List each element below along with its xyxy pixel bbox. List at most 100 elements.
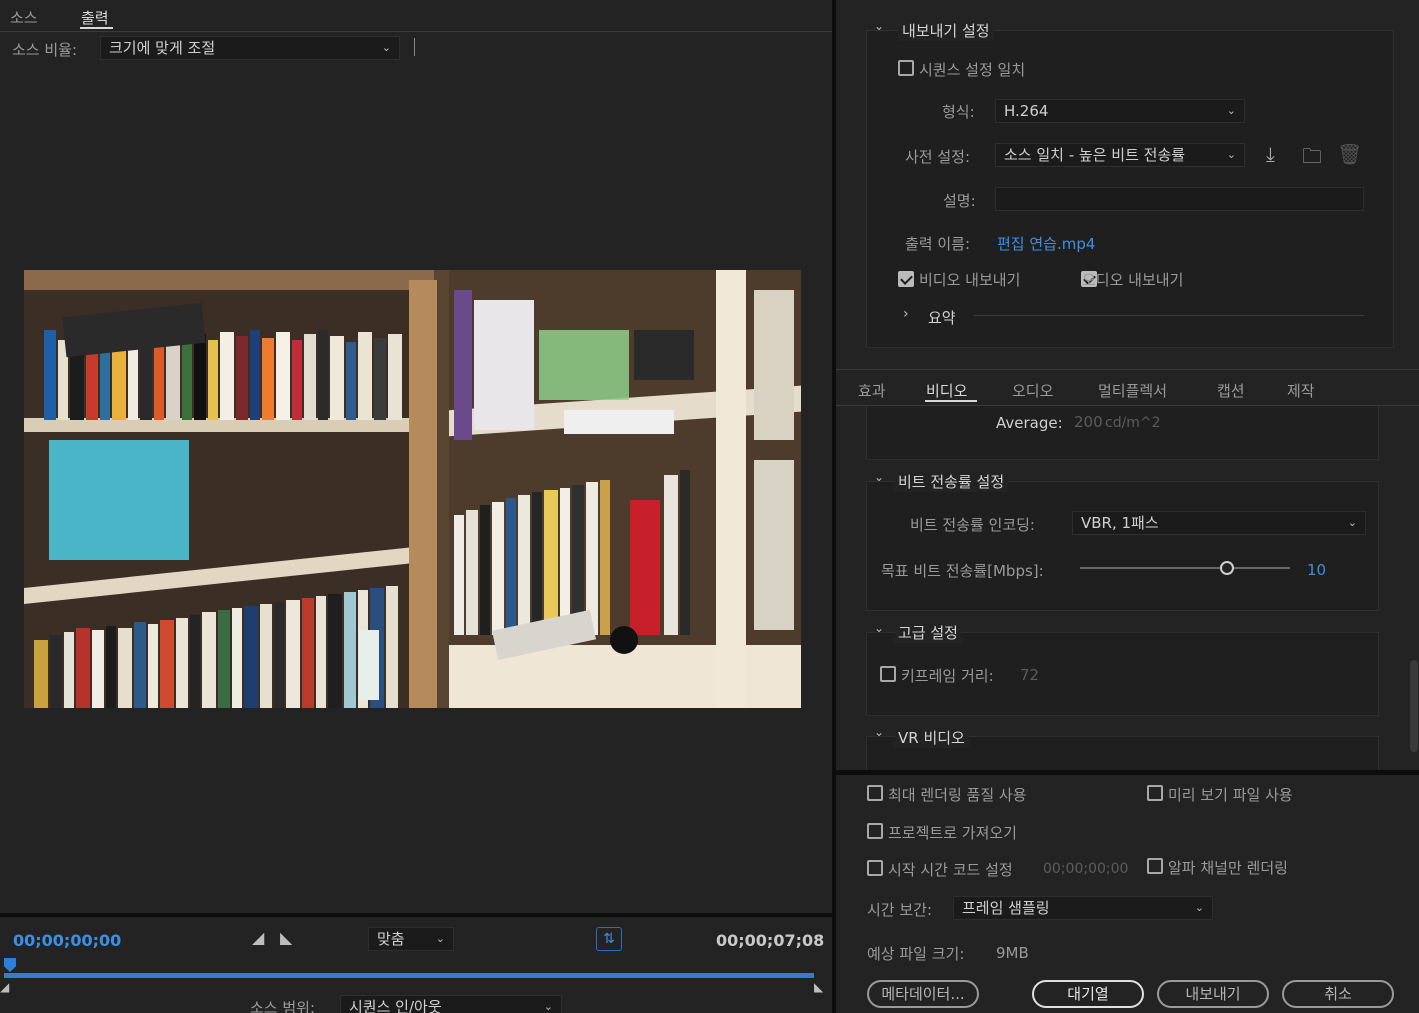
metadata-button[interactable]: 메타데이터... <box>867 980 979 1008</box>
aspect-toggle-icon[interactable]: ⇅ <box>596 927 622 951</box>
tab-publish[interactable]: 제작 <box>1287 380 1315 401</box>
advanced-title: 고급 설정 <box>894 622 962 643</box>
source-ratio-label: 소스 비율: <box>12 41 78 59</box>
tab-effects[interactable]: 효과 <box>858 380 886 401</box>
scrollbar-thumb[interactable] <box>1410 660 1418 752</box>
max-render-label: 최대 렌더링 품질 사용 <box>888 786 1027 804</box>
time-interpolation-dropdown[interactable]: 프레임 샘플링 ⌄ <box>953 896 1213 920</box>
max-render-checkbox[interactable] <box>867 785 883 801</box>
source-range-dropdown[interactable]: 시퀀스 인/아웃 ⌄ <box>340 995 562 1013</box>
export-button[interactable]: 내보내기 <box>1157 980 1269 1008</box>
comment-label: 설명: <box>943 192 976 210</box>
encoding-value: VBR, 1패스 <box>1081 514 1159 532</box>
encoding-label: 비트 전송률 인코딩: <box>910 516 1035 534</box>
video-preview <box>24 270 801 708</box>
timecode-current[interactable]: 00;00;00;00 <box>13 931 121 950</box>
chevron-right-icon[interactable]: › <box>903 306 909 322</box>
match-sequence-checkbox[interactable] <box>898 60 914 76</box>
keyframe-value: 72 <box>1020 666 1040 684</box>
timeline-range-bar[interactable] <box>4 973 814 978</box>
target-bitrate-value[interactable]: 10 <box>1307 561 1326 579</box>
out-point-icon[interactable]: ◣ <box>814 980 823 994</box>
timeline-divider <box>0 913 832 917</box>
import-project-checkbox[interactable] <box>867 823 883 839</box>
chevron-down-icon[interactable]: ⌄ <box>874 19 884 33</box>
tab-output-underline <box>80 27 113 29</box>
use-preview-checkbox[interactable] <box>1147 785 1163 801</box>
queue-button[interactable]: 대기열 <box>1032 980 1144 1008</box>
average-value: 200 <box>1074 413 1103 431</box>
comment-input[interactable] <box>995 187 1364 211</box>
delete-preset-icon[interactable]: 🗑 <box>1337 142 1362 166</box>
use-preview-label: 미리 보기 파일 사용 <box>1168 786 1293 804</box>
import-preset-icon[interactable]: 🗀 <box>1302 142 1322 176</box>
fit-dropdown[interactable]: 맞춤 ⌄ <box>368 927 454 951</box>
bitrate-group <box>866 481 1379 611</box>
source-ratio-value: 크기에 맞게 조절 <box>109 39 216 57</box>
chevron-down-icon: ⌄ <box>1194 901 1204 914</box>
export-video-label: 비디오 내보내기 <box>919 271 1021 289</box>
chevron-down-icon[interactable]: ⌄ <box>874 725 884 739</box>
export-video-checkbox[interactable] <box>898 271 914 287</box>
tab-video[interactable]: 비디오 <box>926 380 967 401</box>
bitrate-title: 비트 전송률 설정 <box>894 471 1009 492</box>
chevron-down-icon[interactable]: ⌄ <box>874 621 884 635</box>
tab-divider <box>0 31 832 32</box>
target-bitrate-slider[interactable] <box>1080 567 1290 569</box>
mark-in-icon[interactable]: ◢ <box>252 928 264 947</box>
tab-multiplexer[interactable]: 멀티플렉서 <box>1098 380 1167 401</box>
format-dropdown[interactable]: H.264 ⌄ <box>995 99 1245 123</box>
source-range-value: 시퀀스 인/아웃 <box>349 998 442 1013</box>
chevron-down-icon: ⌄ <box>381 41 391 54</box>
chevron-down-icon: ⌄ <box>543 1000 553 1013</box>
alpha-only-checkbox[interactable] <box>1147 858 1163 874</box>
target-bitrate-slider-handle[interactable] <box>1220 561 1234 575</box>
tab-video-underline <box>925 400 977 402</box>
fit-value: 맞춤 <box>377 930 405 948</box>
format-value: H.264 <box>1004 102 1049 120</box>
chevron-down-icon: ⌄ <box>1347 516 1357 529</box>
format-label: 형식: <box>942 103 975 121</box>
summary-divider <box>974 315 1364 316</box>
export-audio-label: 오디오 내보내기 <box>1082 271 1184 289</box>
average-unit: cd/m^2 <box>1105 415 1161 431</box>
timecode-duration: 00;00;07;08 <box>716 931 825 950</box>
bottom-options <box>836 775 1419 1013</box>
save-preset-icon[interactable]: ⤓ <box>1266 142 1275 166</box>
export-settings-panel: ⌄ 내보내기 설정 시퀀스 설정 일치 형식: H.264 ⌄ 사전 설정: 소… <box>836 0 1419 1013</box>
output-monitor-panel: 소스 출력 소스 비율: 크기에 맞게 조절 ⌄ 00;00;00;00 ◢ ◣… <box>0 0 832 1013</box>
time-interpolation-label: 시간 보간: <box>867 901 933 919</box>
preset-value: 소스 일치 - 높은 비트 전송률 <box>1004 146 1186 164</box>
start-timecode-value: 00;00;00;00 <box>1043 861 1129 877</box>
playhead-icon[interactable] <box>4 958 16 972</box>
chevron-down-icon: ⌄ <box>435 932 445 945</box>
source-ratio-dropdown[interactable]: 크기에 맞게 조절 ⌄ <box>100 36 400 60</box>
export-settings-title: 내보내기 설정 <box>898 20 994 41</box>
encoding-dropdown[interactable]: VBR, 1패스 ⌄ <box>1072 511 1366 535</box>
bookshelf-frame-image <box>24 270 801 708</box>
cancel-button[interactable]: 취소 <box>1282 980 1394 1008</box>
toolbar-separator <box>414 38 415 56</box>
tab-audio[interactable]: 오디오 <box>1012 380 1053 401</box>
keyframe-checkbox[interactable] <box>880 666 896 682</box>
average-label: Average: <box>996 414 1063 432</box>
preset-label: 사전 설정: <box>905 148 971 166</box>
alpha-only-label: 알파 채널만 렌더링 <box>1168 859 1288 877</box>
source-range-label: 소스 범위: <box>250 999 316 1013</box>
tab-source[interactable]: 소스 <box>10 7 38 28</box>
preset-dropdown[interactable]: 소스 일치 - 높은 비트 전송률 ⌄ <box>995 143 1245 167</box>
start-timecode-checkbox[interactable] <box>867 860 883 876</box>
output-name-link[interactable]: 편집 연습.mp4 <box>997 233 1095 254</box>
chevron-down-icon: ⌄ <box>1226 148 1236 161</box>
file-size-label: 예상 파일 크기: <box>867 945 965 963</box>
keyframe-label: 키프레임 거리: <box>901 667 994 685</box>
match-sequence-label: 시퀀스 설정 일치 <box>919 61 1026 79</box>
in-point-icon[interactable]: ◢ <box>0 980 9 994</box>
mark-out-icon[interactable]: ◣ <box>280 928 292 947</box>
target-bitrate-label: 목표 비트 전송률[Mbps]: <box>881 562 1044 580</box>
tab-output[interactable]: 출력 <box>81 7 109 28</box>
summary-title[interactable]: 요약 <box>928 307 956 328</box>
chevron-down-icon[interactable]: ⌄ <box>874 470 884 484</box>
import-project-label: 프로젝트로 가져오기 <box>888 824 1017 842</box>
tab-captions[interactable]: 캡션 <box>1217 380 1245 401</box>
